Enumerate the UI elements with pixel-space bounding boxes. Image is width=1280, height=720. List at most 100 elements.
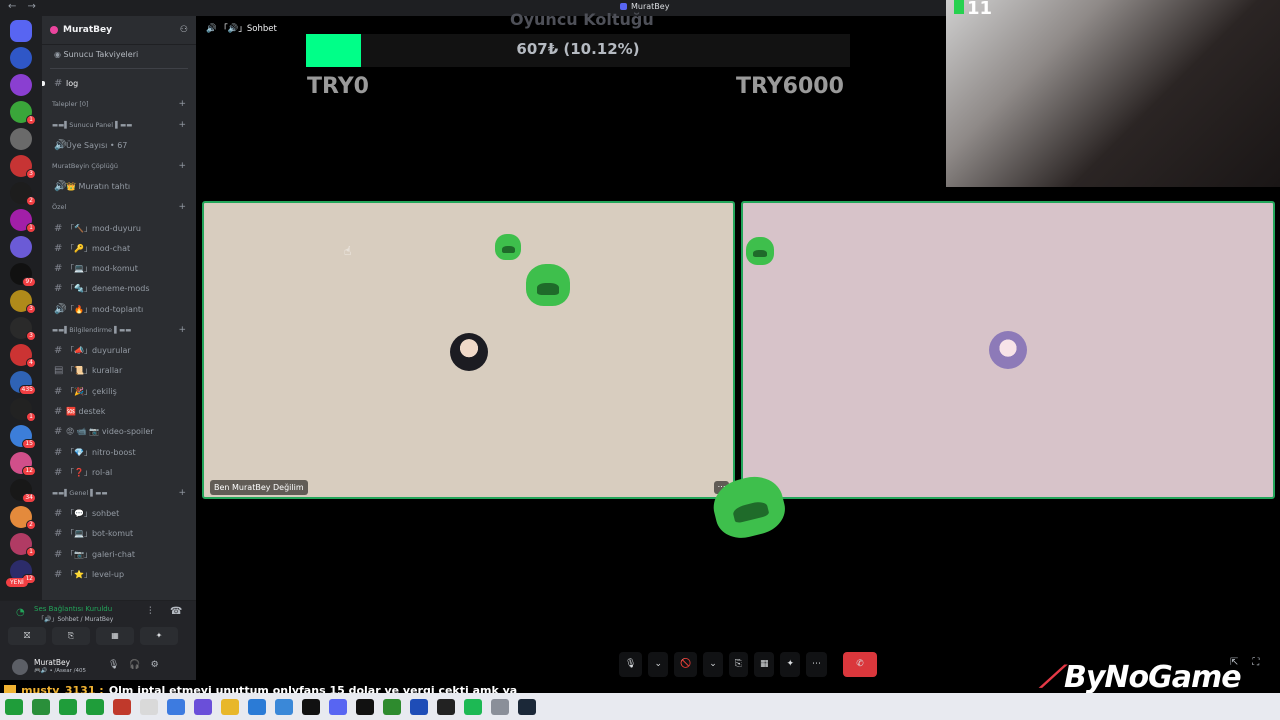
server-icon[interactable] [10, 236, 32, 258]
channel-item[interactable]: # 「🔨」mod-duyuru [42, 218, 196, 238]
soundboard-button[interactable]: ✦ [140, 627, 178, 645]
server-icon[interactable]: 12 [10, 452, 36, 476]
taskbar-app-icon[interactable] [517, 698, 536, 715]
channel-category[interactable]: Özel + [42, 197, 196, 218]
server-icon[interactable]: 1 [10, 533, 36, 557]
nav-arrows[interactable]: ← → [8, 1, 40, 12]
channel-item[interactable]: # 「⭐」level-up [42, 564, 196, 584]
taskbar-app-icon[interactable] [193, 698, 212, 715]
add-channel-icon[interactable]: + [178, 99, 186, 109]
server-icon[interactable]: 1 [10, 398, 36, 422]
server-icon[interactable]: 34 [10, 479, 36, 503]
disconnect-icon[interactable]: ☎ [170, 606, 182, 617]
screen-share-button[interactable]: ⎘ [52, 627, 90, 645]
add-channel-icon[interactable]: + [178, 161, 186, 171]
taskbar-app-icon[interactable] [247, 698, 266, 715]
server-icon[interactable]: 2 [10, 506, 36, 530]
channel-item[interactable]: # 「🔩」deneme-mods [42, 279, 196, 299]
taskbar-app-icon[interactable] [166, 698, 185, 715]
popout-icon[interactable]: ⇱⛶ [1230, 657, 1273, 668]
taskbar-app-icon[interactable] [85, 698, 104, 715]
signal-icon[interactable]: ◔ [16, 607, 25, 618]
server-boosts[interactable]: Sunucu Takviyeleri [42, 45, 196, 64]
mic-options-icon[interactable]: ⌄ [648, 652, 668, 677]
camera-off-icon[interactable]: 🚫 [673, 652, 698, 677]
server-icon[interactable]: 3 [10, 155, 36, 179]
channel-item[interactable]: # log [42, 73, 196, 93]
hangup-icon[interactable]: ✆ [843, 652, 878, 677]
add-channel-icon[interactable]: + [178, 488, 186, 498]
channel-item[interactable]: # 「📷」galeri-chat [42, 544, 196, 564]
avatar[interactable] [12, 659, 28, 675]
channel-item[interactable]: # 「💻」mod-komut [42, 258, 196, 278]
taskbar-app-icon[interactable] [4, 698, 23, 715]
taskbar-app-icon[interactable] [274, 698, 293, 715]
channel-category[interactable]: MuratBeyin Çöplüğü + [42, 156, 196, 177]
screen-share-icon[interactable]: ⎘ [728, 652, 748, 677]
channel-category[interactable]: ▬▬▌Genel ▌▬▬ + [42, 482, 196, 503]
add-user-icon[interactable]: ⚇ [180, 25, 188, 35]
channel-item[interactable]: # 🆘 destek [42, 401, 196, 421]
camera-options-icon[interactable]: ⌄ [703, 652, 723, 677]
channel-item[interactable]: # 「📣」duyurular [42, 340, 196, 360]
channel-item[interactable]: # 「💎」nitro-boost [42, 442, 196, 462]
goal-min: TRY0 [307, 74, 369, 99]
channel-category[interactable]: ▬▬▌Sunucu Panel ▌▬▬ + [42, 114, 196, 135]
channel-item[interactable]: 🔊 👑 Muratın tahtı [42, 177, 196, 197]
server-icon[interactable]: 435 [10, 371, 36, 395]
server-icon[interactable] [10, 47, 32, 69]
mic-icon[interactable]: 🎙 [619, 652, 643, 677]
taskbar-app-icon[interactable] [31, 698, 50, 715]
voice-channel-name[interactable]: 「🔊」Sohbet / MuratBey [38, 614, 113, 623]
user-controls[interactable]: 🎙🎧⚙ [108, 660, 169, 670]
taskbar-app-icon[interactable] [382, 698, 401, 715]
participant-tile[interactable]: Ben MuratBey Değilim ⋯ [202, 201, 735, 499]
taskbar-app-icon[interactable] [436, 698, 455, 715]
taskbar-app-icon[interactable] [490, 698, 509, 715]
channel-item[interactable]: 🔊 Üye Sayısı • 67 [42, 135, 196, 155]
server-icon[interactable] [10, 20, 32, 42]
channel-item[interactable]: # 「💻」bot-komut [42, 524, 196, 544]
more-icon[interactable]: ⋯ [806, 652, 828, 677]
taskbar-app-icon[interactable] [463, 698, 482, 715]
channel-item[interactable]: 🔊 「🔥」mod-toplantı [42, 299, 196, 319]
server-icon[interactable] [10, 128, 32, 150]
activities-icon[interactable]: ▦ [753, 652, 775, 677]
channel-label: 「💬」sohbet [66, 509, 120, 519]
channel-category[interactable]: ▬▬▌Bilgilendirme ▌▬▬ + [42, 319, 196, 340]
taskbar-app-icon[interactable] [301, 698, 320, 715]
taskbar-app-icon[interactable] [328, 698, 347, 715]
server-icon[interactable]: 4 [10, 344, 36, 368]
server-icon[interactable]: 1 [10, 101, 36, 125]
channel-item[interactable]: # 「🔑」mod-chat [42, 238, 196, 258]
noise-suppression-icon[interactable]: ⫶ [149, 606, 152, 617]
taskbar-app-icon[interactable] [112, 698, 131, 715]
server-icon[interactable] [10, 74, 32, 96]
server-icon[interactable]: 3 [10, 290, 36, 314]
channel-item[interactable]: # 「❓」rol-al [42, 462, 196, 482]
guild-header[interactable]: MuratBey ⚇ [42, 16, 196, 45]
channel-item[interactable]: # 😡 📹 📷 video-spoiler [42, 422, 196, 442]
channel-item[interactable]: # 「💬」sohbet [42, 503, 196, 523]
channel-item[interactable]: ▤ 「📜」kurallar [42, 361, 196, 381]
add-channel-icon[interactable]: + [178, 202, 186, 212]
add-channel-icon[interactable]: + [178, 120, 186, 130]
speaker-icon: 🔊 [54, 181, 67, 193]
participant-tile[interactable] [741, 201, 1275, 499]
taskbar-app-icon[interactable] [220, 698, 239, 715]
channel-category[interactable]: Talepler [0] + [42, 93, 196, 114]
add-channel-icon[interactable]: + [178, 325, 186, 335]
taskbar-app-icon[interactable] [139, 698, 158, 715]
taskbar-app-icon[interactable] [355, 698, 374, 715]
server-icon[interactable]: 97 [10, 263, 36, 287]
server-icon[interactable]: 1 [10, 209, 36, 233]
channel-item[interactable]: # 「🎉」çekiliş [42, 381, 196, 401]
server-icon[interactable]: 15 [10, 425, 36, 449]
soundboard-icon[interactable]: ✦ [780, 652, 801, 677]
server-icon[interactable]: 3 [10, 317, 36, 341]
server-icon[interactable]: 2 [10, 182, 36, 206]
taskbar-app-icon[interactable] [58, 698, 77, 715]
camera-button[interactable]: ⛝ [8, 627, 46, 645]
activities-button[interactable]: ▦ [96, 627, 134, 645]
taskbar-app-icon[interactable] [409, 698, 428, 715]
